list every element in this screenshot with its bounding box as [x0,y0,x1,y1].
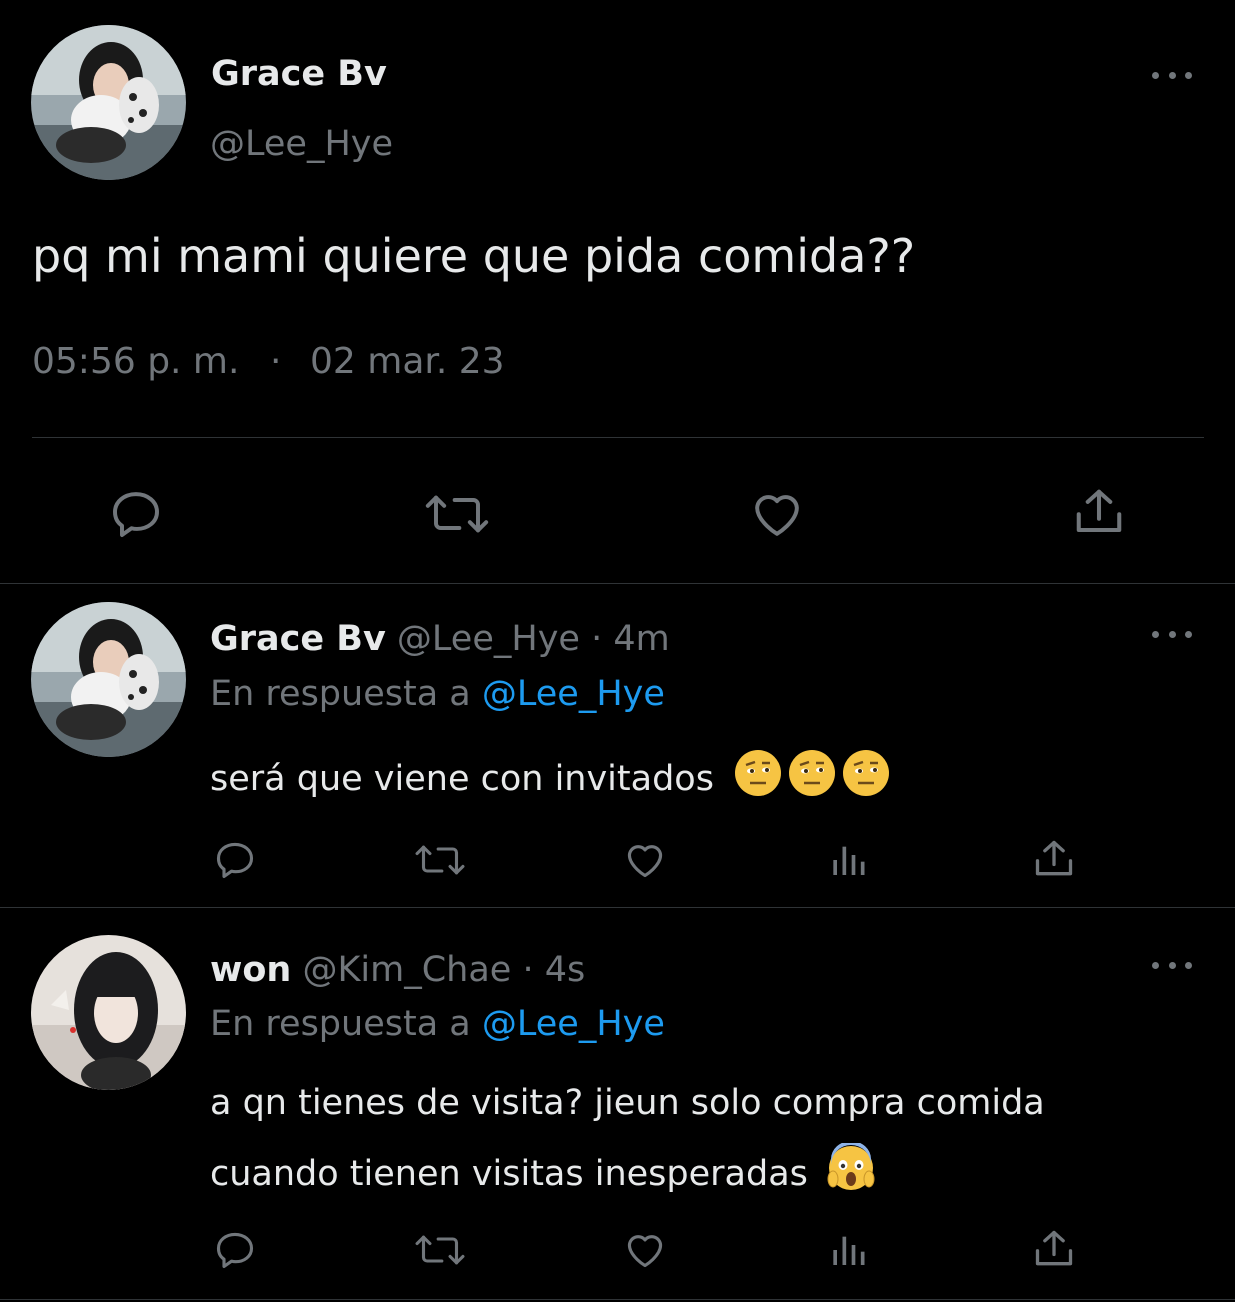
tweet-date[interactable]: 02 mar. 23 [310,340,505,384]
handle[interactable]: @Kim_Chae [302,950,511,990]
display-name[interactable]: won [210,950,291,990]
views-icon[interactable] [829,1230,871,1270]
face-with-raised-eyebrow-emoji [789,750,836,796]
timestamp[interactable]: · 4m [591,619,670,659]
views-icon[interactable] [829,840,871,880]
reply-icon[interactable] [108,486,164,542]
share-icon[interactable] [1072,484,1126,540]
divider [0,583,1235,584]
retweet-icon[interactable] [413,838,467,882]
like-icon[interactable] [748,486,806,542]
retweet-icon[interactable] [424,486,490,542]
divider [0,1299,1235,1300]
tweet-text: pq mi mami quiere que pida comida?? [32,229,916,283]
reply-icon[interactable] [212,1228,258,1272]
avatar[interactable] [31,602,186,757]
retweet-icon[interactable] [413,1228,467,1272]
reply-text-line-2: cuando tienen visitas inesperadas [210,1154,808,1194]
reply-text-content: será que viene con invitados [210,759,714,799]
more-options-icon[interactable] [1152,624,1192,644]
face-screaming-in-fear-emoji [827,1141,875,1191]
like-icon[interactable] [622,838,668,882]
reply-header: Grace Bv @Lee_Hye · 4m [210,617,670,661]
like-icon[interactable] [622,1228,668,1272]
avatar[interactable] [31,935,186,1090]
reply-prefix: En respuesta a [210,674,471,714]
divider [0,907,1235,908]
divider [32,437,1204,438]
display-name[interactable]: Grace Bv [211,52,387,96]
display-name[interactable]: Grace Bv [210,619,386,659]
reply-text-line-1: a qn tienes de visita? jieun solo compra… [210,1083,1045,1123]
share-icon[interactable] [1032,836,1076,882]
reply-context: En respuesta a @Lee_Hye [210,672,665,716]
reply-text-line-2-wrap: cuando tienen visitas inesperadas [210,1141,875,1197]
face-with-raised-eyebrow-emoji [735,750,782,796]
reply-mention-link[interactable]: @Lee_Hye [482,674,665,714]
reply-context: En respuesta a @Lee_Hye [210,1002,665,1046]
timestamp[interactable]: · 4s [522,950,585,990]
reply-icon[interactable] [212,838,258,882]
face-with-raised-eyebrow-emoji [843,750,890,796]
reply-mention-link[interactable]: @Lee_Hye [482,1004,665,1044]
handle[interactable]: @Lee_Hye [397,619,580,659]
handle[interactable]: @Lee_Hye [210,122,393,166]
reply-header: won @Kim_Chae · 4s [210,948,585,992]
more-options-icon[interactable] [1152,955,1192,975]
reply-prefix: En respuesta a [210,1004,471,1044]
avatar[interactable] [31,25,186,180]
tweet-time[interactable]: 05:56 p. m. [32,340,239,384]
share-icon[interactable] [1032,1226,1076,1272]
more-options-icon[interactable] [1152,65,1192,85]
reply-text: será que viene con invitados [210,750,890,802]
meta-separator: · [270,341,282,382]
